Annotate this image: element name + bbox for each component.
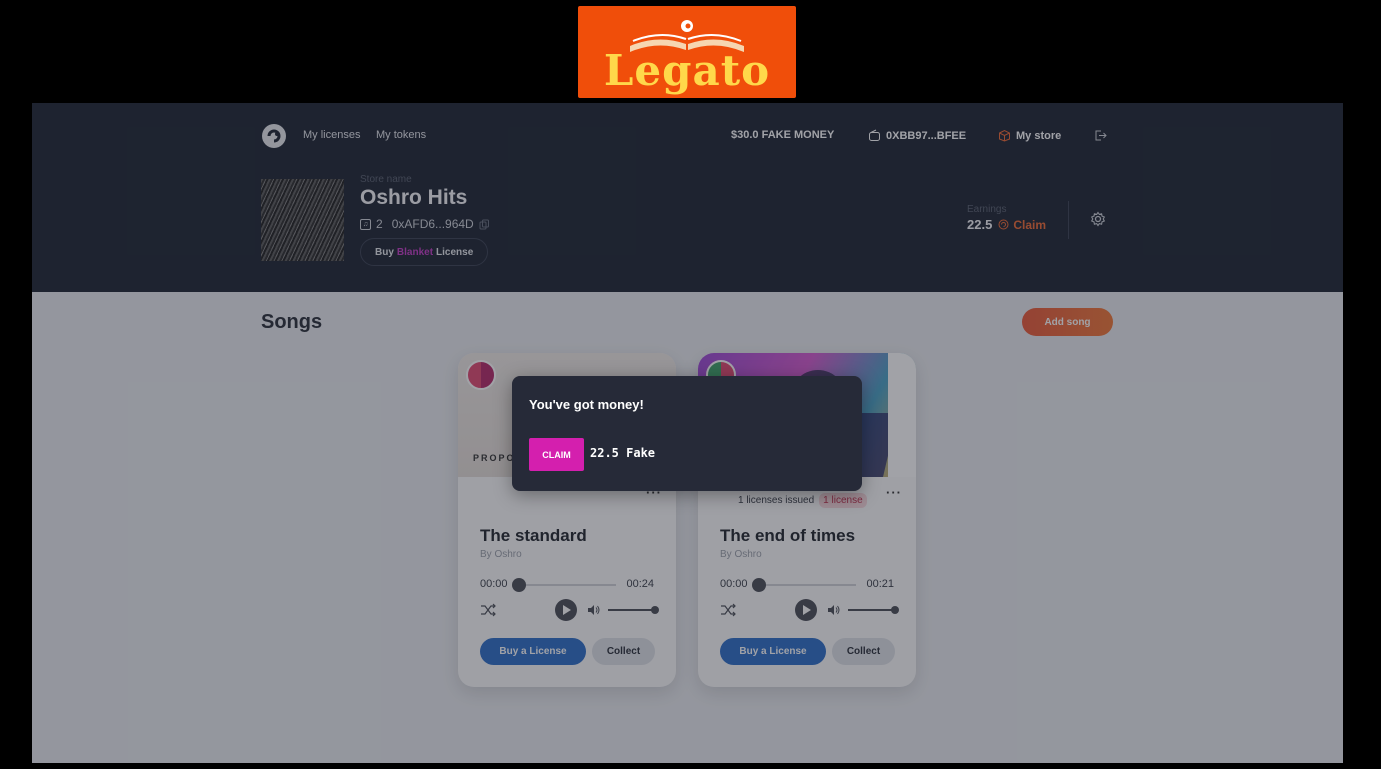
dialog-title: You've got money! (529, 397, 644, 412)
claim-dialog: You've got money! CLAIM 22.5 Fake (512, 376, 862, 491)
banner-title: Legato (603, 46, 771, 95)
app-window: My licenses My tokens $30.0 FAKE MONEY 0… (32, 103, 1343, 763)
dialog-claim-button[interactable]: CLAIM (529, 438, 584, 471)
dialog-amount: 22.5 Fake (590, 446, 656, 460)
legato-banner: Legato (578, 6, 796, 98)
